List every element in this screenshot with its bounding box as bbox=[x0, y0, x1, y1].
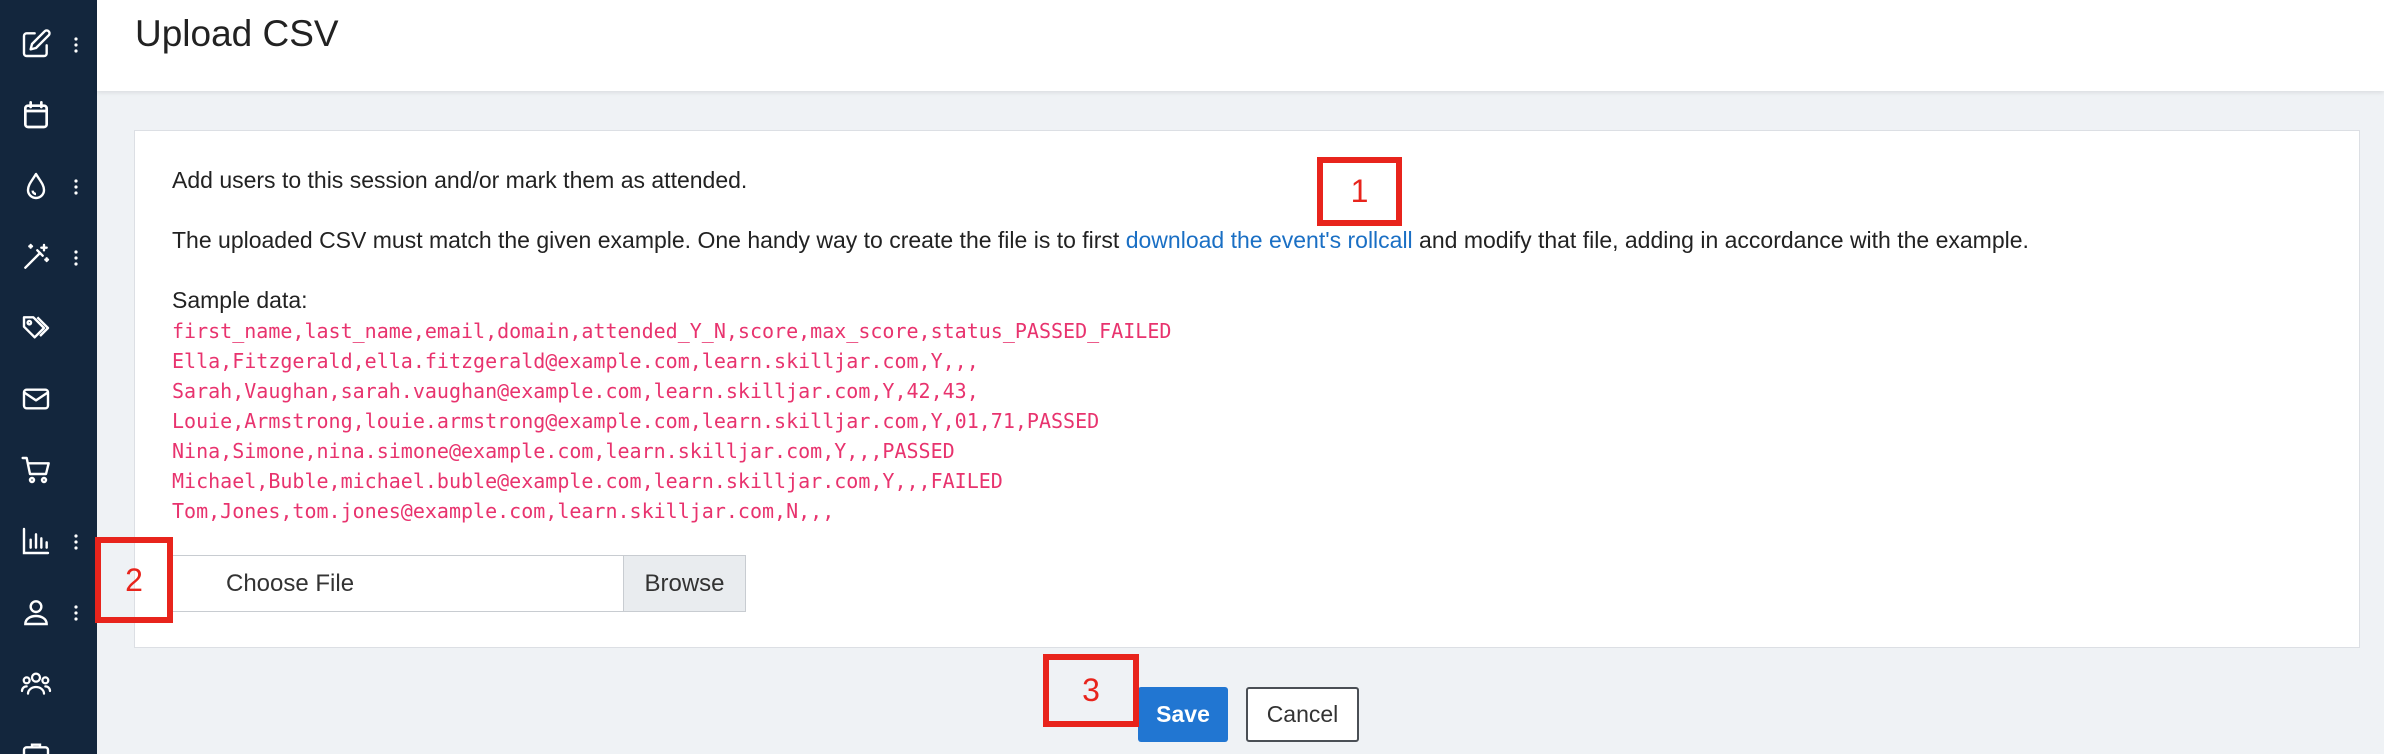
sidebar-item-user[interactable] bbox=[0, 576, 97, 646]
sidebar-item-tags[interactable] bbox=[0, 292, 97, 362]
sample-line: Sarah,Vaughan,sarah.vaughan@example.com,… bbox=[172, 379, 979, 403]
instructions-before: The uploaded CSV must match the given ex… bbox=[172, 227, 1126, 253]
sample-data-label: Sample data: bbox=[172, 287, 308, 313]
sidebar-item-drop[interactable] bbox=[0, 150, 97, 220]
sample-line: Louie,Armstrong,louie.armstrong@example.… bbox=[172, 409, 1100, 433]
bar-chart-icon bbox=[20, 525, 52, 557]
sidebar-item-mail[interactable] bbox=[0, 363, 97, 433]
download-rollcall-link[interactable]: download the event's rollcall bbox=[1126, 227, 1413, 253]
annotation-marker-1: 1 bbox=[1317, 157, 1402, 226]
magic-wand-icon bbox=[20, 241, 52, 273]
edit-icon bbox=[20, 28, 52, 60]
sample-line: Ella,Fitzgerald,ella.fitzgerald@example.… bbox=[172, 349, 979, 373]
instructions-text: The uploaded CSV must match the given ex… bbox=[172, 225, 2029, 255]
file-input-text: Choose File bbox=[226, 570, 355, 597]
instructions-after: and modify that file, adding in accordan… bbox=[1412, 227, 2029, 253]
page-header: Upload CSV bbox=[97, 0, 2384, 91]
calendar-icon bbox=[20, 99, 52, 131]
page-title: Upload CSV bbox=[135, 13, 339, 54]
cancel-button[interactable]: Cancel bbox=[1246, 687, 1359, 742]
tags-icon bbox=[20, 312, 52, 344]
csv-file-input[interactable]: Choose File Browse bbox=[172, 555, 746, 612]
browse-button[interactable]: Browse bbox=[623, 556, 745, 611]
more-menu-icon[interactable] bbox=[72, 604, 80, 622]
more-menu-icon[interactable] bbox=[72, 36, 80, 54]
users-icon bbox=[20, 667, 52, 699]
annotation-marker-2: 2 bbox=[95, 537, 173, 623]
sidebar bbox=[0, 0, 97, 754]
cart-icon bbox=[20, 454, 52, 486]
upload-card: Add users to this session and/or mark th… bbox=[134, 130, 2360, 648]
mail-icon bbox=[20, 383, 52, 415]
sidebar-item-more[interactable] bbox=[0, 718, 97, 754]
sidebar-item-users[interactable] bbox=[0, 647, 97, 717]
sample-line: Nina,Simone,nina.simone@example.com,lear… bbox=[172, 439, 955, 463]
user-icon bbox=[20, 596, 52, 628]
sidebar-item-reports[interactable] bbox=[0, 505, 97, 575]
annotation-marker-3: 3 bbox=[1043, 654, 1139, 727]
sidebar-item-calendar[interactable] bbox=[0, 79, 97, 149]
drop-icon bbox=[20, 170, 52, 202]
more-menu-icon[interactable] bbox=[72, 533, 80, 551]
intro-text: Add users to this session and/or mark th… bbox=[172, 167, 748, 193]
more-menu-icon[interactable] bbox=[72, 178, 80, 196]
sidebar-item-magic[interactable] bbox=[0, 221, 97, 291]
briefcase-icon bbox=[20, 738, 52, 754]
sample-line: Michael,Buble,michael.buble@example.com,… bbox=[172, 469, 1003, 493]
sample-line: Tom,Jones,tom.jones@example.com,learn.sk… bbox=[172, 499, 835, 523]
more-menu-icon[interactable] bbox=[72, 249, 80, 267]
sample-line: first_name,last_name,email,domain,attend… bbox=[172, 319, 1172, 343]
sidebar-item-cart[interactable] bbox=[0, 434, 97, 504]
save-button[interactable]: Save bbox=[1138, 687, 1228, 742]
sidebar-item-edit[interactable] bbox=[0, 8, 97, 78]
